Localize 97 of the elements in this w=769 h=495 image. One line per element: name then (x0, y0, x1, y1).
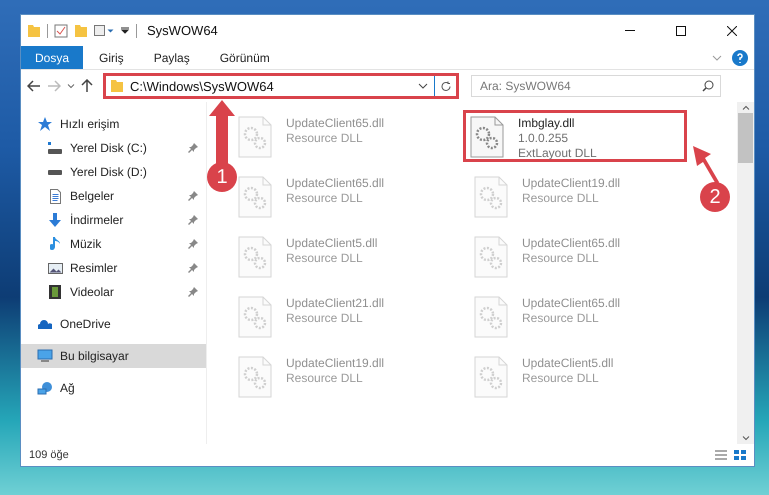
search-box[interactable]: Ara: SysWOW64 (471, 75, 721, 97)
file-name: UpdateClient5.dll (286, 236, 378, 251)
file-detail: Resource DLL (522, 191, 600, 206)
file-detail: Resource DLL (286, 311, 364, 326)
right-arrow-icon (47, 80, 61, 92)
ribbon-tab[interactable]: Dosya (21, 46, 84, 69)
gear-file-icon (238, 356, 272, 398)
pin-icon (188, 287, 198, 297)
details-view-icon (714, 450, 728, 460)
sidebar-item[interactable]: Videolar (21, 280, 206, 304)
file-name: UpdateClient65.dll (286, 116, 384, 131)
refresh-icon (440, 80, 451, 92)
file-name: UpdateClient65.dll (522, 296, 620, 311)
star-icon (38, 117, 52, 131)
file-detail: Resource DLL (522, 371, 600, 386)
sidebar-item[interactable]: Bu bilgisayar (21, 344, 206, 368)
window-title: SysWOW64 (147, 23, 219, 38)
sidebar-item[interactable]: İndirmeler (21, 208, 206, 232)
chevron-down-icon (418, 83, 428, 89)
chevron-down-icon (67, 84, 75, 88)
ribbon-tab[interactable]: Görünüm (206, 46, 284, 69)
file-detail: Resource DLL (522, 311, 600, 326)
cloud-icon (38, 320, 52, 328)
arrow (209, 100, 235, 164)
close-icon (726, 26, 736, 36)
up-button[interactable] (81, 79, 93, 93)
gear-file-icon (474, 236, 508, 278)
ribbon-tab[interactable]: Giriş (85, 46, 138, 69)
back-button[interactable] (27, 80, 41, 92)
folder-icon (110, 80, 124, 92)
scrollbar[interactable] (737, 102, 754, 444)
gear-file-icon (238, 176, 272, 218)
gear-file-icon (470, 116, 504, 158)
sidebar-item[interactable]: Resimler (21, 256, 206, 280)
file-name: UpdateClient65.dll (522, 236, 620, 251)
download-icon (49, 213, 61, 227)
file-detail: Resource DLL (286, 131, 364, 146)
sidebar-item[interactable]: Yerel Disk (C:) (21, 136, 206, 160)
dropdown-icon (120, 26, 130, 34)
pin-icon (188, 263, 198, 273)
large-icons-view-icon (734, 450, 746, 460)
gear-file-icon (238, 296, 272, 338)
maximize-icon (676, 26, 686, 36)
folder-icon (27, 24, 41, 36)
network-icon (37, 382, 53, 394)
pin-icon (188, 239, 198, 249)
search-icon (702, 80, 714, 92)
minimize-icon (624, 30, 634, 31)
sidebar-item[interactable]: Yerel Disk (D:) (21, 160, 206, 184)
file-detail: Resource DLL (286, 251, 364, 266)
gear-file-icon (474, 356, 508, 398)
file-name: UpdateClient19.dll (522, 176, 620, 191)
up-arrow-icon (81, 79, 93, 93)
document-icon (50, 188, 60, 204)
folder-icon (74, 24, 88, 36)
pin-icon (188, 215, 198, 225)
file-detail: ExtLayout DLL (518, 146, 597, 161)
file-detail: Resource DLL (522, 251, 600, 266)
gear-file-icon (474, 296, 508, 338)
film-icon (49, 285, 61, 299)
chevron-down-icon (712, 54, 722, 60)
scroll-down-icon (742, 436, 750, 441)
file-detail: Resource DLL (286, 371, 364, 386)
file-name: UpdateClient21.dll (286, 296, 384, 311)
item-count: 109 öğe (29, 449, 70, 461)
computer-icon (37, 349, 53, 363)
address-bar[interactable]: C:\Windows\SysWOW64 (103, 73, 459, 99)
drive-icon (48, 170, 62, 174)
properties-icon (54, 24, 68, 38)
gear-file-icon (238, 116, 272, 158)
sidebar-item[interactable]: OneDrive (21, 312, 206, 336)
picture-icon (48, 262, 62, 274)
scrollbar-thumb[interactable] (738, 113, 753, 163)
sidebar-item[interactable]: Müzik (21, 232, 206, 256)
music-note-icon (50, 236, 60, 252)
sidebar-item[interactable]: Belgeler (21, 184, 206, 208)
gear-file-icon (474, 176, 508, 218)
pin-icon (188, 143, 198, 153)
file-detail: Resource DLL (286, 191, 364, 206)
ribbon-tab[interactable]: Paylaş (140, 46, 204, 69)
file-item[interactable]: Imbglay.dll 1.0.0.255 ExtLayout DLL (463, 110, 687, 162)
sidebar-item[interactable]: Ağ (21, 376, 206, 400)
customize-toolbar-icon (94, 25, 114, 36)
scroll-up-icon (742, 105, 750, 110)
file-name: UpdateClient19.dll (286, 356, 384, 371)
drive-icon (48, 142, 62, 154)
pin-icon (188, 191, 198, 201)
left-arrow-icon (27, 80, 41, 92)
file-name: Imbglay.dll (518, 116, 576, 131)
sidebar-item[interactable]: Hızlı erişim (21, 112, 206, 136)
file-detail: 1.0.0.255 (518, 131, 570, 146)
address-path: C:\Windows\SysWOW64 (130, 78, 275, 94)
file-name: UpdateClient65.dll (286, 176, 384, 191)
recent-locations-button[interactable] (67, 84, 75, 88)
help-icon (732, 50, 748, 66)
gear-file-icon (238, 236, 272, 278)
file-name: UpdateClient5.dll (522, 356, 614, 371)
